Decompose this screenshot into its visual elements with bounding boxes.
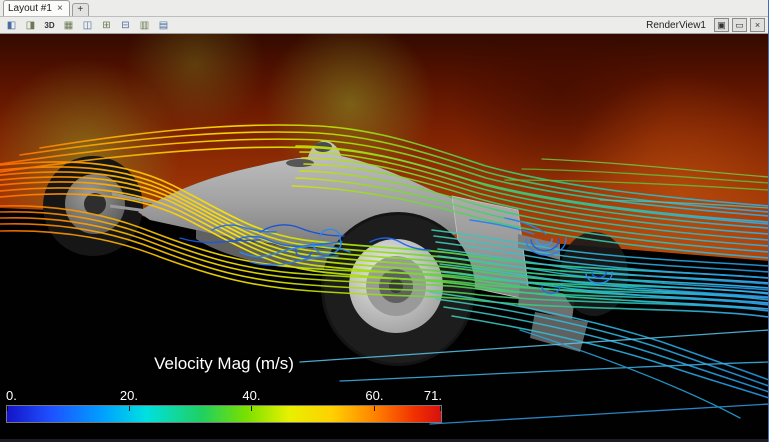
legend-tick-label: 0. (6, 388, 17, 403)
legend-tick-mark (373, 406, 375, 411)
legend-title: Velocity Mag (m/s) (154, 354, 294, 373)
grid-icon[interactable]: ▦ (60, 18, 77, 33)
add-view-icon[interactable]: ⊞ (98, 18, 115, 33)
preview-icon[interactable]: ▥ (136, 18, 153, 33)
undock-view-icon[interactable]: ▣ (714, 18, 729, 32)
fullscreen-icon[interactable]: ▤ (155, 18, 172, 33)
legend-tick-mark (251, 406, 253, 411)
legend-tick-label: 40. (242, 388, 261, 403)
legend-tick-mark (440, 406, 441, 411)
tab-close-icon[interactable]: × (57, 3, 63, 14)
interaction-mode-3d-icon[interactable]: 3D (41, 18, 58, 33)
split-view-icon[interactable]: ◫ (79, 18, 96, 33)
legend-colorbar[interactable] (6, 405, 442, 423)
tab-layout-1[interactable]: Layout #1 × (3, 0, 70, 16)
paraview-window: Layout #1 × + ◧ ◨ 3D ▦ ◫ ⊞ ⊟ ▥ ▤ RenderV… (0, 0, 769, 442)
render-view-title: RenderView1 (646, 19, 706, 31)
view-toolbar: ◧ ◨ 3D ▦ ◫ ⊞ ⊟ ▥ ▤ RenderView1 ▣ ▭ × (0, 17, 768, 34)
color-legend[interactable]: Velocity Mag (m/s) 0. 20. 40. 60. 71. (6, 354, 442, 423)
maximize-view-icon[interactable]: ▭ (732, 18, 747, 32)
legend-tick-label: 20. (119, 388, 138, 403)
layout-tab-bar: Layout #1 × + (0, 0, 768, 17)
legend-tick-mark (129, 406, 131, 411)
split-horizontal-icon[interactable]: ◧ (3, 18, 20, 33)
render-viewport[interactable]: Velocity Mag (m/s) 0. 20. 40. 60. 71. (0, 34, 768, 439)
legend-tick-labels: 0. 20. 40. 60. 71. (6, 388, 442, 403)
legend-tick-mark (7, 406, 8, 411)
close-view-icon[interactable]: × (750, 18, 765, 32)
split-vertical-icon[interactable]: ◨ (22, 18, 39, 33)
legend-tick-label: 60. (365, 388, 384, 403)
new-layout-button[interactable]: + (71, 3, 89, 16)
tab-label: Layout #1 (8, 3, 52, 14)
remove-view-icon[interactable]: ⊟ (117, 18, 134, 33)
legend-tick-label: 71. (423, 388, 442, 403)
